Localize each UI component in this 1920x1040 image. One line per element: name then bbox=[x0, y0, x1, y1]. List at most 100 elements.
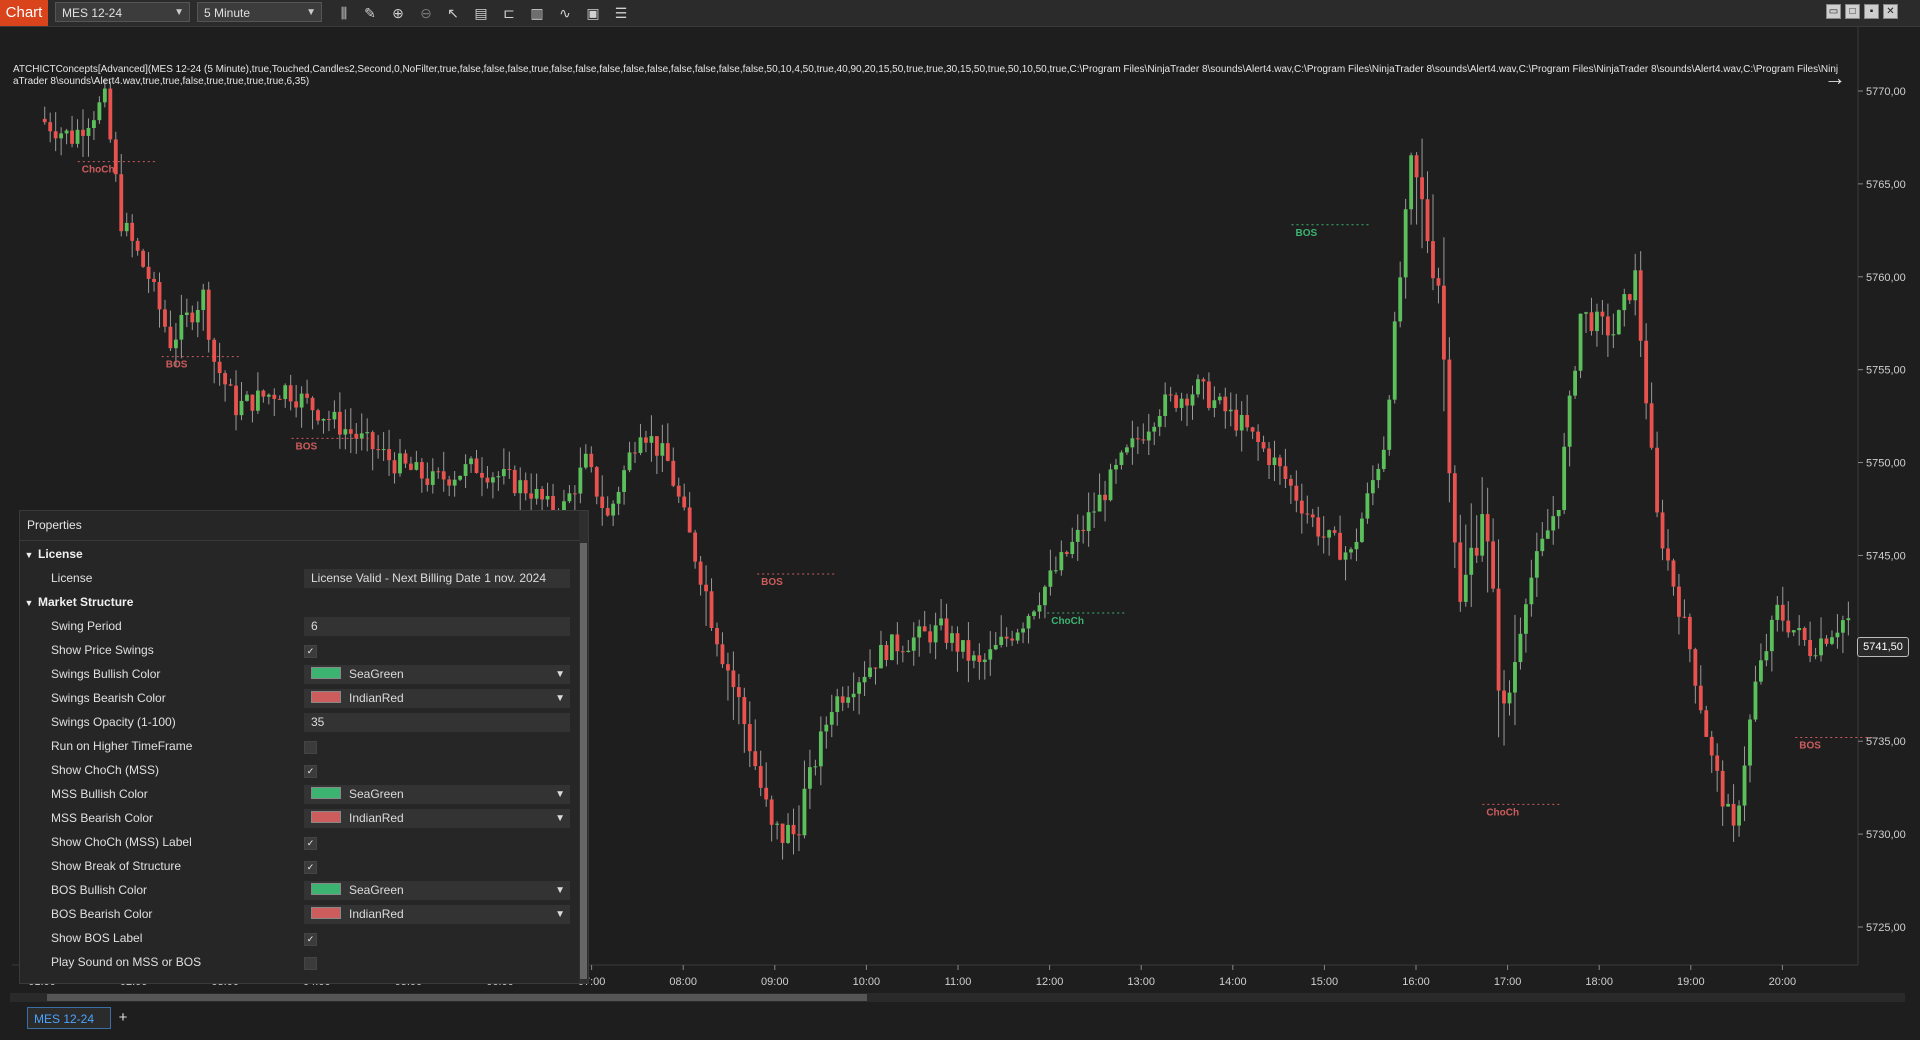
collapse-icon[interactable]: ▼ bbox=[20, 543, 38, 567]
scrollbar-thumb[interactable] bbox=[580, 543, 587, 979]
close-icon[interactable]: ✕ bbox=[1883, 4, 1898, 19]
property-value: 6 bbox=[311, 619, 318, 633]
pin-icon[interactable]: ▪ bbox=[1864, 4, 1879, 19]
candle-body bbox=[1753, 681, 1758, 720]
structure-label: BOS bbox=[761, 577, 783, 588]
indicators-icon[interactable]: ∿ bbox=[555, 3, 575, 23]
candle-body bbox=[704, 584, 708, 592]
bar-type-icon[interactable]: ⫼ bbox=[334, 3, 354, 23]
candle-body bbox=[1496, 588, 1501, 691]
section-header[interactable]: ▼ License bbox=[20, 542, 83, 566]
add-tab-button[interactable]: + bbox=[112, 1008, 134, 1028]
arrow-right-icon[interactable]: → bbox=[1824, 65, 1846, 91]
checkmark-icon[interactable]: ✓ bbox=[304, 645, 317, 658]
checkmark-icon[interactable]: ✓ bbox=[304, 861, 317, 874]
property-row: MSS Bearish Color IndianRed ▼ bbox=[20, 806, 573, 830]
candle-body bbox=[157, 282, 162, 310]
properties-scrollbar[interactable] bbox=[579, 511, 588, 983]
candle-body bbox=[403, 453, 408, 464]
section-header[interactable]: ▼ Market Structure bbox=[20, 590, 134, 615]
color-dropdown[interactable]: IndianRed ▼ bbox=[304, 809, 570, 828]
candle-body bbox=[354, 433, 359, 439]
chevron-down-icon[interactable]: ▼ bbox=[555, 905, 565, 924]
section-label: License bbox=[38, 547, 83, 561]
maximize-icon[interactable]: □ bbox=[1845, 4, 1860, 19]
checkmark-icon[interactable]: ✓ bbox=[304, 933, 317, 946]
candle-body bbox=[1567, 395, 1572, 447]
property-field[interactable]: License Valid - Next Billing Date 1 nov.… bbox=[304, 569, 570, 588]
property-row: Swings Bullish Color SeaGreen ▼ bbox=[20, 662, 573, 686]
candle-body bbox=[277, 398, 282, 400]
scrollbar-thumb[interactable] bbox=[47, 994, 867, 1001]
candle-body bbox=[1190, 394, 1195, 406]
indicator-label: ATCHICTConcepts[Advanced](MES 12-24 (5 M… bbox=[13, 64, 1839, 87]
candle-body bbox=[1775, 604, 1780, 620]
data-box-icon[interactable]: ▤ bbox=[471, 3, 491, 23]
candle-body bbox=[1420, 177, 1424, 200]
strategies-icon[interactable]: ▥ bbox=[527, 3, 547, 23]
color-dropdown[interactable]: IndianRed ▼ bbox=[304, 905, 570, 924]
chevron-down-icon[interactable]: ▼ bbox=[555, 809, 565, 828]
instrument-selector[interactable]: MES 12-24 ▼ bbox=[55, 2, 190, 22]
color-dropdown[interactable]: IndianRed ▼ bbox=[304, 689, 570, 708]
x-tick-label: 20:00 bbox=[1769, 976, 1797, 988]
list-icon[interactable]: ☰ bbox=[611, 3, 631, 23]
candle-body bbox=[715, 627, 719, 645]
color-dropdown[interactable]: SeaGreen ▼ bbox=[304, 665, 570, 684]
property-field[interactable]: 35 bbox=[304, 713, 570, 732]
property-checkbox[interactable] bbox=[304, 957, 317, 970]
property-label: Show ChoCh (MSS) bbox=[51, 763, 160, 777]
candle-body bbox=[971, 655, 976, 661]
checkmark-icon[interactable]: ✓ bbox=[304, 837, 317, 850]
pencil-icon[interactable]: ✎ bbox=[360, 3, 380, 23]
price-axis: 5770,00 5765,00 5760,00 5755,00 5750,00 5745,… bbox=[1858, 86, 1906, 934]
candle-body bbox=[86, 128, 91, 136]
candle-body bbox=[1261, 442, 1266, 449]
color-dropdown[interactable]: SeaGreen ▼ bbox=[304, 881, 570, 900]
candle-body bbox=[682, 496, 687, 508]
checkmark-icon[interactable]: ✓ bbox=[304, 765, 317, 778]
restore-icon[interactable]: ▭ bbox=[1826, 4, 1841, 19]
draw-objects-icon[interactable]: ⊏ bbox=[499, 3, 519, 23]
candle-body bbox=[1092, 511, 1097, 513]
collapse-icon[interactable]: ▼ bbox=[20, 591, 38, 615]
candle-body bbox=[255, 390, 260, 411]
pointer-icon[interactable]: ↖ bbox=[443, 3, 463, 23]
candle-body bbox=[327, 418, 331, 420]
property-value: License Valid - Next Billing Date 1 nov.… bbox=[311, 571, 547, 585]
candle-body bbox=[414, 462, 419, 470]
chart-menu-button[interactable]: Chart bbox=[0, 0, 48, 26]
candle-body bbox=[1748, 719, 1752, 766]
y-tick-label: 5765,00 bbox=[1866, 179, 1906, 191]
x-tick-label: 19:00 bbox=[1677, 976, 1705, 988]
candle-body bbox=[1037, 605, 1042, 612]
candle-body bbox=[1097, 494, 1102, 512]
zoom-in-icon[interactable]: ⊕ bbox=[388, 3, 408, 23]
chevron-down-icon[interactable]: ▼ bbox=[555, 881, 565, 900]
candle-body bbox=[135, 240, 140, 251]
structure-label: BOS bbox=[166, 360, 188, 371]
candle-body bbox=[261, 390, 266, 397]
properties-icon[interactable]: ▣ bbox=[583, 3, 603, 23]
candle-body bbox=[791, 824, 796, 835]
chevron-down-icon[interactable]: ▼ bbox=[555, 785, 565, 804]
candle-body bbox=[1414, 155, 1419, 178]
candle-body bbox=[299, 393, 304, 408]
color-dropdown[interactable]: SeaGreen ▼ bbox=[304, 785, 570, 804]
zoom-out-icon[interactable]: ⊖ bbox=[416, 3, 436, 23]
property-checkbox[interactable] bbox=[304, 741, 317, 754]
candle-body bbox=[1600, 311, 1605, 317]
candle-body bbox=[1666, 548, 1670, 561]
candle-body bbox=[223, 373, 228, 385]
candle-body bbox=[1201, 379, 1206, 382]
candle-body bbox=[857, 682, 862, 694]
tab-mes-12-24[interactable]: MES 12-24 bbox=[27, 1007, 111, 1029]
candle-body bbox=[501, 469, 506, 477]
chevron-down-icon[interactable]: ▼ bbox=[555, 689, 565, 708]
horizontal-scrollbar[interactable] bbox=[10, 993, 1905, 1002]
chevron-down-icon[interactable]: ▼ bbox=[555, 665, 565, 684]
candle-body bbox=[1431, 241, 1435, 279]
candle-body bbox=[1370, 480, 1375, 494]
property-field[interactable]: 6 bbox=[304, 617, 570, 636]
interval-selector[interactable]: 5 Minute ▼ bbox=[197, 2, 322, 22]
